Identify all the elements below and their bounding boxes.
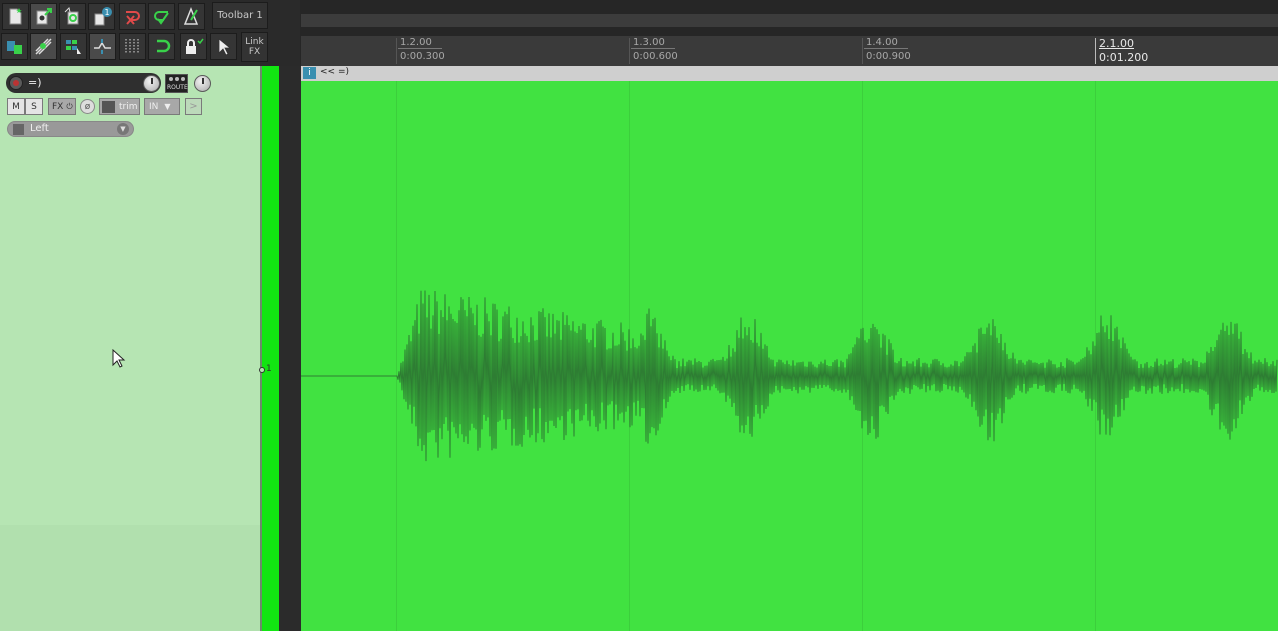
loop-icon — [157, 39, 171, 53]
record-arm-button[interactable] — [9, 76, 23, 90]
lock-button[interactable] — [180, 33, 207, 60]
input-label: IN — [149, 101, 159, 112]
grid-lines-icon — [125, 39, 139, 54]
save-project-icon — [64, 7, 79, 25]
region-lane[interactable] — [301, 14, 1278, 27]
metronome-icon — [183, 6, 199, 25]
track-resize-handle[interactable] — [259, 367, 265, 373]
grid-lines-button[interactable] — [119, 33, 146, 60]
link-fx-label-line2: FX — [248, 47, 261, 57]
track-vu-meter — [262, 66, 279, 631]
envelope-points-icon — [94, 39, 111, 54]
toolbar-name-label[interactable]: Toolbar 1 — [212, 2, 268, 29]
ripple-edit-button[interactable] — [30, 33, 57, 60]
pan-knob[interactable] — [194, 75, 211, 92]
mute-button[interactable]: M — [7, 98, 25, 115]
link-fx-label-line1: Link — [245, 37, 264, 47]
item-grouping-icon — [66, 40, 81, 54]
volume-knob[interactable] — [143, 75, 160, 92]
loop-button[interactable] — [148, 33, 175, 60]
input-fx-icon — [13, 124, 24, 135]
project-tab-count: 1 — [104, 8, 109, 17]
audio-waveform[interactable] — [301, 81, 1278, 631]
metronome-button[interactable] — [178, 3, 205, 30]
phase-invert-button[interactable]: ø — [80, 99, 95, 114]
project-tab-icon: 1 — [94, 7, 112, 26]
track-name-field[interactable]: =) — [6, 73, 161, 93]
meter-scale — [279, 66, 301, 631]
automation-mode-label: trim — [119, 101, 138, 112]
mouse-cursor-icon — [112, 349, 126, 368]
take-name: << =) — [320, 67, 349, 77]
redo-icon — [154, 11, 169, 25]
item-grouping-button[interactable] — [60, 33, 87, 60]
play-arrow-icon: > — [189, 101, 198, 112]
route-dot-icon — [169, 77, 173, 81]
save-project-button[interactable] — [59, 3, 86, 30]
track-panel-empty-area[interactable] — [0, 525, 260, 631]
phase-invert-icon: ø — [84, 101, 91, 112]
fx-bypass-icon: ⏻ — [66, 101, 73, 111]
route-label: ROUTE — [167, 84, 188, 91]
undo-icon — [126, 11, 140, 25]
input-channel-label: Left — [30, 123, 49, 134]
redo-button[interactable] — [148, 3, 175, 30]
project-tab-button[interactable]: 1 — [88, 3, 115, 30]
route-dot-icon — [181, 77, 185, 81]
ripple-edit-icon — [35, 38, 52, 55]
track-name: =) — [28, 76, 42, 89]
input-monitor-button[interactable]: IN ▼ — [144, 98, 180, 115]
open-project-button[interactable] — [30, 3, 57, 30]
media-item-header[interactable]: i << =) — [301, 66, 1278, 81]
dropdown-icon: ▼ — [164, 102, 171, 111]
cursor-icon — [218, 38, 232, 56]
route-button[interactable]: ROUTE — [165, 74, 188, 93]
envelope-points-button[interactable] — [89, 33, 116, 60]
record-mode-button[interactable]: > — [185, 98, 202, 115]
waveform-path — [301, 290, 1278, 462]
timeline-ruler[interactable]: 1.2.00 0:00.300 1.3.00 0:00.600 1.4.00 0:00… — [301, 36, 1278, 66]
automation-mode-button[interactable]: trim — [99, 98, 140, 115]
lock-icon — [186, 38, 204, 54]
new-project-icon — [9, 8, 22, 25]
main-toolbar: 1 Toolbar 1 Link FX — [0, 0, 300, 66]
input-select-dropdown[interactable]: Left ▼ — [7, 121, 134, 137]
snap-icon — [7, 41, 22, 54]
cursor-button[interactable] — [210, 33, 237, 60]
solo-button[interactable]: S — [25, 98, 43, 115]
fx-label: FX — [52, 101, 64, 112]
fx-button[interactable]: FX ⏻ — [48, 98, 76, 115]
snap-button[interactable] — [1, 33, 28, 60]
envelope-icon — [102, 100, 115, 113]
route-dot-icon — [175, 77, 179, 81]
link-fx-button[interactable]: Link FX — [241, 32, 268, 62]
open-project-icon — [36, 8, 52, 25]
undo-button[interactable] — [119, 3, 146, 30]
take-info-icon[interactable]: i — [303, 67, 316, 79]
new-project-button[interactable] — [2, 3, 29, 30]
track-number: 1 — [266, 364, 272, 374]
chevron-down-icon: ▼ — [117, 123, 129, 135]
record-icon — [13, 80, 19, 86]
